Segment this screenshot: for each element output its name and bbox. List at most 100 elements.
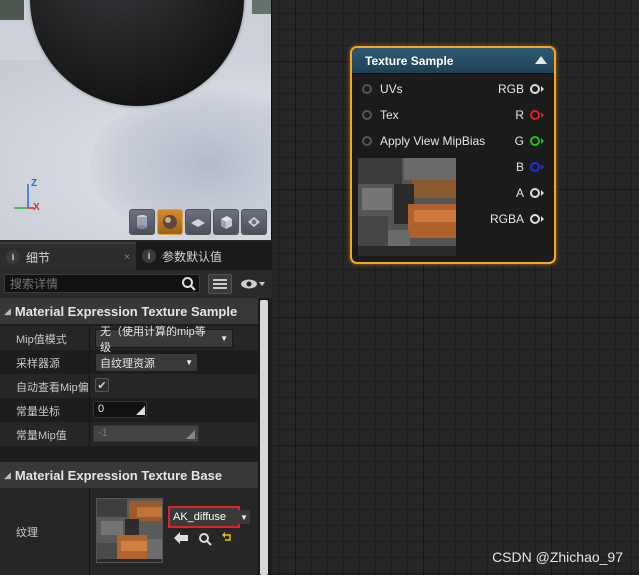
pin-arrow-icon <box>541 138 544 144</box>
material-preview-viewport[interactable]: Z X <box>0 0 272 240</box>
collapse-arrow-icon: ◢ <box>4 469 11 480</box>
use-selected-arrow-icon[interactable] <box>174 532 188 544</box>
pin-icon <box>530 214 540 224</box>
scrollbar-thumb[interactable] <box>260 300 268 575</box>
close-icon[interactable]: × <box>124 252 130 263</box>
output-pin-rgb[interactable]: RGB <box>498 82 544 96</box>
details-tab-bar: i 细节 × i 参数默认值 <box>0 242 272 270</box>
pin-icon <box>530 188 540 198</box>
list-icon <box>213 279 227 289</box>
texture-asset-tools <box>174 532 232 546</box>
pin-arrow-icon <box>541 86 544 92</box>
eye-icon <box>241 279 265 289</box>
cylinder-icon[interactable] <box>129 209 155 235</box>
drag-handle-icon[interactable] <box>186 430 195 439</box>
reset-to-default-icon[interactable] <box>222 532 232 542</box>
row-sampler-source: 采样器源 自纹理资源 ▼ <box>0 350 258 374</box>
output-pin-r[interactable]: R <box>515 108 544 122</box>
const-coordinate-label: 常量坐标 <box>16 406 60 418</box>
const-coordinate-value: 0 <box>98 403 105 415</box>
sampler-source-value: 自纹理资源 <box>100 357 155 370</box>
pin-icon <box>530 110 540 120</box>
pin-arrow-icon <box>541 190 544 196</box>
sampler-source-dropdown[interactable]: 自纹理资源 ▼ <box>95 353 198 372</box>
chevron-down-icon: ▼ <box>220 334 228 343</box>
section-texture-sample-header[interactable]: ◢ Material Expression Texture Sample <box>0 298 258 324</box>
output-pin-b[interactable]: B <box>516 160 544 174</box>
texture-asset-picker[interactable]: AK_diffuse <box>168 506 240 528</box>
chevron-down-icon[interactable]: ▼ <box>238 510 250 524</box>
output-pin-label: G <box>514 134 524 148</box>
background-foliage <box>252 0 271 14</box>
pin-icon <box>530 84 540 94</box>
browse-search-icon[interactable] <box>198 532 212 546</box>
visibility-options-button[interactable] <box>238 274 268 294</box>
search-icon[interactable] <box>181 276 197 292</box>
texture-thumbnail[interactable] <box>96 498 163 563</box>
section-texture-base-header[interactable]: ◢ Material Expression Texture Base <box>0 462 258 488</box>
output-pin-label: RGB <box>497 82 524 96</box>
drag-handle-icon[interactable] <box>136 406 145 415</box>
section-title: Material Expression Texture Base <box>14 467 223 483</box>
tab-details[interactable]: i 细节 × <box>0 242 136 270</box>
pin-arrow-icon <box>541 112 544 118</box>
custom-mesh-icon[interactable] <box>241 209 267 235</box>
pin-icon <box>362 84 372 94</box>
axis-x-label: X <box>33 202 40 213</box>
pin-icon <box>362 110 372 120</box>
tab-parameter-defaults[interactable]: i 参数默认值 <box>136 242 272 270</box>
plane-icon[interactable] <box>185 209 211 235</box>
const-mip-input[interactable]: -1 <box>93 425 199 442</box>
output-pin-label: RGBA <box>489 212 524 226</box>
node-title: Texture Sample <box>365 53 454 68</box>
collapse-arrow-icon[interactable] <box>535 56 547 64</box>
mip-mode-label: Mip值模式 <box>16 334 67 346</box>
cube-icon[interactable] <box>213 209 239 235</box>
tab-details-label: 细节 <box>26 250 51 265</box>
tab-parameter-defaults-label: 参数默认值 <box>162 249 223 264</box>
output-pin-rgba[interactable]: RGBA <box>490 212 544 226</box>
output-pin-g[interactable]: G <box>515 134 544 148</box>
row-const-mip: 常量Mip值 -1 <box>0 422 258 446</box>
texture-sample-node[interactable]: Texture Sample UVs Tex Apply View MipBia… <box>350 46 556 264</box>
info-icon: i <box>6 250 20 264</box>
details-scrollbar[interactable] <box>258 298 270 575</box>
row-auto-view-mip: 自动查看Mip偏 ✔ <box>0 374 258 398</box>
input-pin-uvs[interactable]: UVs <box>362 82 403 96</box>
row-texture: 纹理 AK_diffuse ▼ <box>0 488 258 575</box>
details-panel: i 细节 × i 参数默认值 ◢ Material Expression Tex… <box>0 242 272 575</box>
search-input[interactable] <box>4 274 200 293</box>
output-pin-a[interactable]: A <box>516 186 544 200</box>
pin-icon <box>530 136 540 146</box>
pin-arrow-icon <box>541 216 544 222</box>
checkmark-icon: ✔ <box>97 379 107 392</box>
pin-icon <box>530 162 540 172</box>
input-pin-label: UVs <box>380 82 403 96</box>
input-pin-apply-view-mipbias[interactable]: Apply View MipBias <box>362 134 485 148</box>
sphere-icon[interactable] <box>157 209 183 235</box>
axis-z-label: Z <box>31 178 38 189</box>
pin-icon <box>362 136 372 146</box>
row-const-coordinate: 常量坐标 0 <box>0 398 258 422</box>
pin-arrow-icon <box>541 164 544 170</box>
input-pin-tex[interactable]: Tex <box>362 108 399 122</box>
auto-view-mip-checkbox[interactable]: ✔ <box>95 378 109 392</box>
output-pin-label: A <box>515 186 524 200</box>
section-title: Material Expression Texture Sample <box>14 303 238 319</box>
watermark: CSDN @Zhichao_97 <box>492 549 623 565</box>
sampler-source-label: 采样器源 <box>16 358 60 370</box>
chevron-down-icon: ▼ <box>185 358 193 367</box>
info-icon: i <box>142 249 156 263</box>
auto-view-mip-label: 自动查看Mip偏 <box>16 382 89 394</box>
property-matrix-button[interactable] <box>208 274 232 294</box>
input-pin-label: Apply View MipBias <box>380 134 486 148</box>
input-pin-label: Tex <box>380 108 399 122</box>
details-search-bar <box>0 270 272 298</box>
preview-mesh-toolbar <box>129 209 267 235</box>
const-mip-label: 常量Mip值 <box>16 430 67 442</box>
mip-mode-dropdown[interactable]: 无（使用计算的mip等级 ▼ <box>95 326 233 354</box>
texture-asset-name: AK_diffuse <box>173 511 227 523</box>
node-header[interactable]: Texture Sample <box>352 48 554 74</box>
background-foliage <box>0 0 24 20</box>
row-mip-mode: Mip值模式 无（使用计算的mip等级 ▼ <box>0 326 258 354</box>
